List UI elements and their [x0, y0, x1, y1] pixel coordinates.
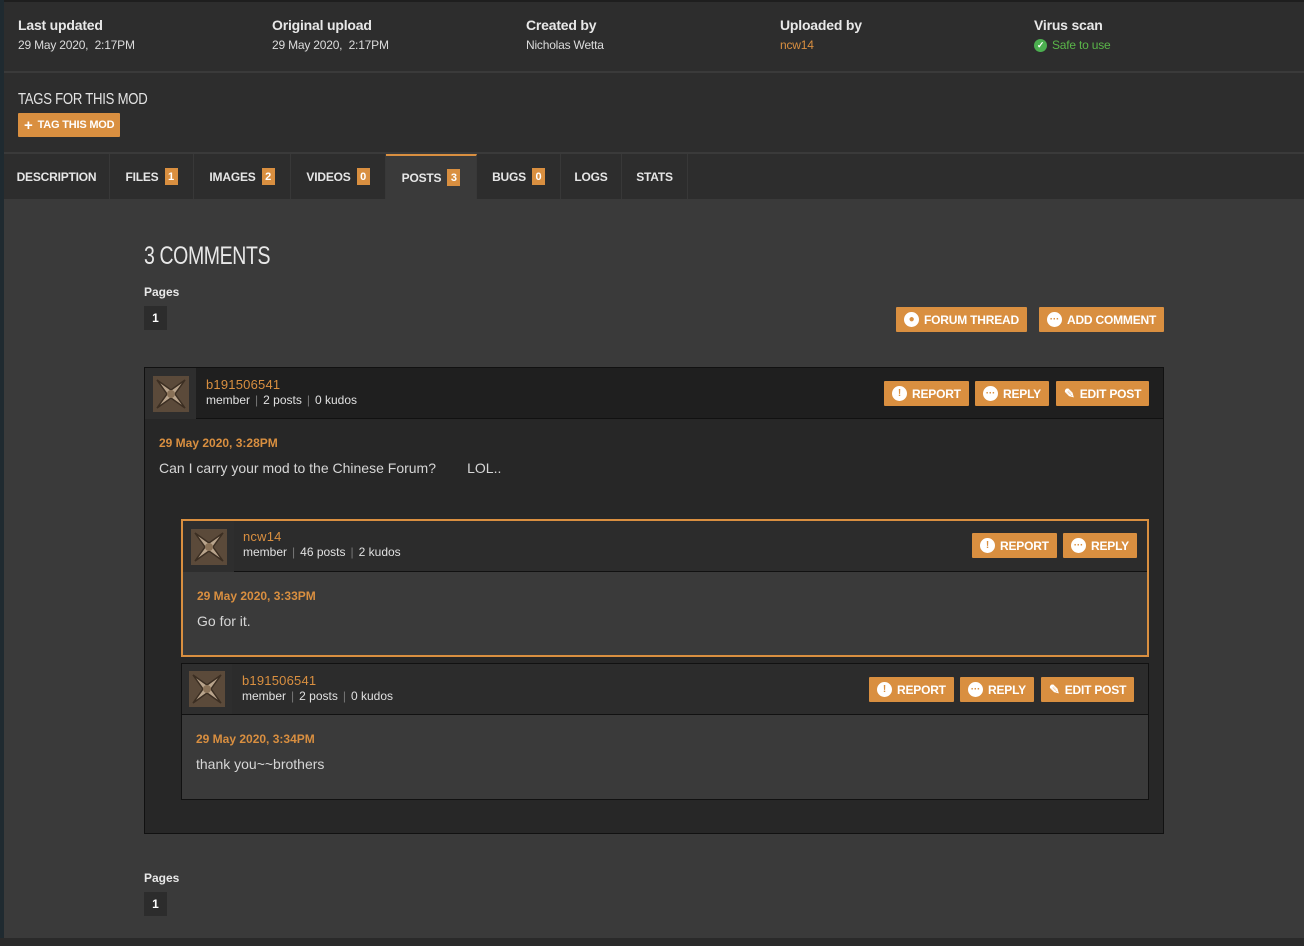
- mod-stats-bar: Last updated 29 May 2020, 2:17PM Origina…: [4, 0, 1304, 72]
- posts-count-badge: 3: [447, 169, 461, 186]
- comment-date: 29 May 2020, 3:33PM: [197, 589, 316, 603]
- tab-posts[interactable]: POSTS 3: [386, 154, 477, 199]
- page-number-top[interactable]: 1: [144, 306, 167, 330]
- pages-label-bottom: Pages: [144, 871, 180, 885]
- edit-post-button[interactable]: ✎ EDIT POST: [1041, 677, 1135, 702]
- stat-last-updated: Last updated 29 May 2020, 2:17PM: [18, 17, 135, 52]
- pages-label-top: Pages: [144, 285, 180, 299]
- reply-bubble-icon: ···: [1071, 538, 1086, 553]
- pencil-icon: ✎: [1049, 681, 1060, 697]
- mod-page: Last updated 29 May 2020, 2:17PM Origina…: [4, 0, 1304, 938]
- tags-title: TAGS FOR THIS MOD: [18, 91, 148, 108]
- tab-images[interactable]: IMAGES 2: [194, 154, 291, 199]
- tab-videos[interactable]: VIDEOS 0: [291, 154, 386, 199]
- exclamation-icon: !: [892, 386, 907, 401]
- default-avatar-icon: [189, 671, 225, 707]
- images-count-badge: 2: [261, 168, 275, 185]
- comment-header: b191506541 member | 2 posts | 0 kudos ! REPOR…: [145, 368, 1163, 419]
- author-meta: member | 2 posts | 0 kudos: [242, 689, 393, 703]
- report-button[interactable]: ! REPORT: [972, 533, 1057, 558]
- reply-button[interactable]: ··· REPLY: [960, 677, 1034, 702]
- files-count-badge: 1: [164, 168, 178, 185]
- comment-bubble-icon: ···: [1047, 312, 1062, 327]
- tab-bugs[interactable]: BUGS 0: [477, 154, 561, 199]
- videos-count-badge: 0: [356, 168, 370, 185]
- comment-header: b191506541 member | 2 posts | 0 kudos ! REPOR…: [182, 664, 1148, 715]
- reply-button[interactable]: ··· REPLY: [1063, 533, 1137, 558]
- default-avatar-icon: [152, 375, 189, 412]
- avatar[interactable]: [183, 521, 234, 572]
- avatar[interactable]: [145, 368, 196, 419]
- reply-button[interactable]: ··· REPLY: [975, 381, 1049, 406]
- add-comment-button[interactable]: ··· ADD COMMENT: [1039, 307, 1165, 332]
- report-button[interactable]: ! REPORT: [869, 677, 954, 702]
- comment-date: 29 May 2020, 3:28PM: [159, 436, 278, 450]
- reply-bubble-icon: ···: [983, 386, 998, 401]
- forum-thread-button[interactable]: ● FORUM THREAD: [896, 307, 1027, 332]
- comments-title: 3 COMMENTS: [144, 242, 271, 270]
- comment-header: ncw14 member | 46 posts | 2 kudos ! REPORT ··…: [183, 521, 1147, 572]
- virus-scan-status: ✓ Safe to use: [1034, 38, 1111, 52]
- reply-bubble-icon: ···: [968, 682, 983, 697]
- author-meta: member | 2 posts | 0 kudos: [206, 393, 357, 407]
- exclamation-icon: !: [980, 538, 995, 553]
- stat-uploaded-by: Uploaded by ncw14: [780, 17, 862, 52]
- author-meta: member | 46 posts | 2 kudos: [243, 545, 401, 559]
- comment-author[interactable]: ncw14: [243, 529, 282, 544]
- comment-body: Go for it.: [197, 613, 251, 629]
- plus-icon: +: [24, 116, 33, 134]
- stat-original-upload: Original upload 29 May 2020, 2:17PM: [272, 17, 389, 52]
- comment-date: 29 May 2020, 3:34PM: [196, 732, 315, 746]
- comment-author[interactable]: b191506541: [242, 673, 316, 688]
- edit-post-button[interactable]: ✎ EDIT POST: [1056, 381, 1150, 406]
- tags-section: TAGS FOR THIS MOD + TAG THIS MOD: [4, 73, 1304, 153]
- default-avatar-icon: [190, 528, 227, 565]
- tab-description[interactable]: DESCRIPTION: [4, 154, 110, 199]
- comment-author[interactable]: b191506541: [206, 377, 280, 392]
- reply-comment: b191506541 member | 2 posts | 0 kudos ! REPOR…: [181, 663, 1149, 800]
- pencil-icon: ✎: [1064, 385, 1075, 401]
- report-button[interactable]: ! REPORT: [884, 381, 969, 406]
- tag-this-mod-button[interactable]: + TAG THIS MOD: [18, 113, 121, 137]
- uploader-link[interactable]: ncw14: [780, 38, 862, 52]
- forum-bubbles-icon: ●: [904, 312, 919, 327]
- stat-created-by: Created by Nicholas Wetta: [526, 17, 604, 52]
- comment-thread: b191506541 member | 2 posts | 0 kudos ! REPOR…: [144, 367, 1164, 834]
- reply-comment: ncw14 member | 46 posts | 2 kudos ! REPORT ··…: [181, 519, 1149, 657]
- tab-logs[interactable]: LOGS: [561, 154, 622, 199]
- tab-stats[interactable]: STATS: [622, 154, 688, 199]
- comment-body: Can I carry your mod to the Chinese Foru…: [159, 460, 502, 476]
- bugs-count-badge: 0: [531, 168, 545, 185]
- tab-files[interactable]: FILES 1: [110, 154, 194, 199]
- stat-virus-scan: Virus scan ✓ Safe to use: [1034, 17, 1111, 52]
- page-number-bottom[interactable]: 1: [144, 892, 167, 916]
- mod-tabs: DESCRIPTION FILES 1 IMAGES 2 VIDEOS 0 PO…: [4, 154, 1304, 199]
- avatar[interactable]: [182, 664, 232, 714]
- exclamation-icon: !: [877, 682, 892, 697]
- check-circle-icon: ✓: [1034, 38, 1047, 52]
- comment-body: thank you~~brothers: [196, 756, 325, 772]
- bottom-edge: [0, 938, 1304, 946]
